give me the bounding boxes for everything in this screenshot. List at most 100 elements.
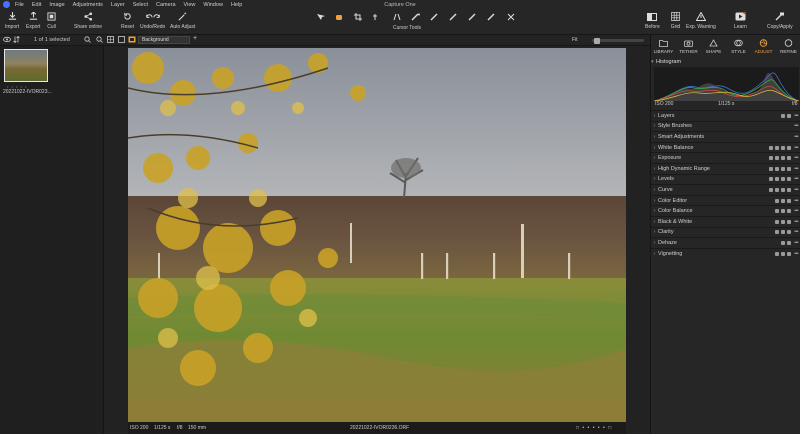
zoom-slider[interactable] (592, 37, 644, 44)
tool-action-icon[interactable] (787, 230, 792, 235)
tool-action-icon[interactable] (769, 145, 774, 150)
tool-action-icon[interactable] (787, 219, 792, 224)
tool-action-icon[interactable] (769, 187, 774, 192)
crop-icon[interactable] (354, 12, 365, 22)
tab-style[interactable]: STYLE (726, 35, 751, 57)
search-icon[interactable] (84, 36, 91, 45)
eye-icon[interactable] (3, 36, 11, 45)
tool-panel-row[interactable]: › Color Editor ••• (651, 194, 800, 206)
more-options-icon[interactable]: ••• (794, 251, 798, 257)
tool-action-icon[interactable] (781, 209, 786, 214)
tool-panel-row[interactable]: › White Balance ••• (651, 141, 800, 153)
keystone-icon[interactable] (392, 12, 403, 22)
status-rating-dots[interactable]: □ • • • • • □ (576, 425, 612, 431)
tool-panel-row[interactable]: › Exposure ••• (651, 152, 800, 163)
tab-refine[interactable]: REFINE (776, 35, 800, 57)
chevron-right-icon[interactable]: › (651, 229, 658, 235)
learn-button[interactable]: Learn (734, 11, 747, 30)
grid-view-icon[interactable] (107, 36, 114, 45)
tool-action-icon[interactable] (787, 187, 792, 192)
brush-icon[interactable] (411, 12, 422, 22)
tool-action-icon[interactable] (775, 251, 780, 256)
tool-action-icon[interactable] (775, 230, 780, 235)
heal-icon[interactable] (468, 12, 479, 22)
chevron-right-icon[interactable]: › (651, 176, 658, 182)
menu-camera[interactable]: Camera (156, 2, 176, 8)
zoom-icon[interactable] (96, 36, 103, 45)
tool-action-icon[interactable] (775, 209, 780, 214)
undo-redo-button[interactable]: Undo/Redo (140, 11, 165, 30)
gradient-mask-icon[interactable] (449, 12, 460, 22)
more-options-icon[interactable]: ••• (794, 166, 798, 172)
more-options-icon[interactable]: ••• (794, 155, 798, 161)
more-options-icon[interactable]: ••• (794, 134, 798, 140)
tool-action-icon[interactable] (781, 219, 786, 224)
tab-shape[interactable]: SHAPE (701, 35, 726, 57)
tool-action-icon[interactable] (775, 177, 780, 182)
chevron-right-icon[interactable]: › (651, 240, 658, 246)
chevron-right-icon[interactable]: › (651, 123, 658, 129)
layer-dropdown[interactable]: Background (138, 36, 190, 44)
menu-edit[interactable]: Edit (32, 2, 41, 8)
tool-action-icon[interactable] (781, 230, 786, 235)
tool-panel-row[interactable]: › Vignetting ••• (651, 247, 800, 259)
tool-panel-row[interactable]: › Levels ••• (651, 173, 800, 185)
rotate-icon[interactable] (373, 12, 384, 22)
chevron-right-icon[interactable]: › (651, 113, 658, 119)
zoom-fit-label[interactable]: Fit (572, 37, 578, 43)
zoom-slider-handle[interactable] (594, 37, 601, 44)
tool-panel-row[interactable]: › Color Balance ••• (651, 205, 800, 216)
thumbnail[interactable] (4, 49, 48, 82)
tool-panel-row[interactable]: › Layers ••• (651, 110, 800, 121)
menu-select[interactable]: Select (133, 2, 148, 8)
cull-button[interactable]: Cull (46, 11, 57, 30)
auto-adjust-button[interactable]: Auto Adjust (170, 11, 195, 30)
more-options-icon[interactable]: ••• (794, 219, 798, 225)
tool-action-icon[interactable] (775, 156, 780, 161)
picker-icon[interactable] (487, 12, 498, 22)
tab-adjust[interactable]: ADJUST (751, 35, 776, 57)
tool-action-icon[interactable] (775, 166, 780, 171)
tool-action-icon[interactable] (781, 113, 786, 118)
tool-action-icon[interactable] (787, 251, 792, 256)
menu-image[interactable]: Image (49, 2, 64, 8)
chevron-right-icon[interactable]: › (651, 134, 658, 140)
tool-action-icon[interactable] (787, 113, 792, 118)
export-button[interactable]: Export (26, 11, 40, 30)
more-options-icon[interactable]: ••• (794, 113, 798, 119)
tool-action-icon[interactable] (775, 145, 780, 150)
tool-panel-row[interactable]: › High Dynamic Range ••• (651, 162, 800, 174)
chevron-right-icon[interactable]: › (651, 208, 658, 214)
grid-button[interactable]: Grid (670, 11, 681, 30)
tool-action-icon[interactable] (787, 177, 792, 182)
share-online-button[interactable]: Share online (74, 11, 102, 30)
tool-panel-row[interactable]: › Black & White ••• (651, 215, 800, 227)
pan-hand-icon[interactable] (335, 12, 346, 22)
more-options-icon[interactable]: ••• (794, 240, 798, 246)
tool-action-icon[interactable] (781, 156, 786, 161)
tool-action-icon[interactable] (781, 240, 786, 245)
select-cursor-icon[interactable] (316, 12, 327, 22)
tool-panel-row[interactable]: › Clarity ••• (651, 226, 800, 238)
reset-button[interactable]: Reset (121, 11, 134, 30)
import-button[interactable]: Import (5, 11, 19, 30)
chevron-right-icon[interactable]: › (651, 219, 658, 225)
more-options-icon[interactable]: ••• (794, 145, 798, 151)
tool-panel-row[interactable]: › Dehaze ••• (651, 237, 800, 248)
tool-action-icon[interactable] (787, 145, 792, 150)
chevron-right-icon[interactable]: › (651, 145, 658, 151)
tool-action-icon[interactable] (781, 145, 786, 150)
single-view-icon[interactable] (118, 36, 125, 45)
tool-action-icon[interactable] (787, 240, 792, 245)
main-photo[interactable] (128, 48, 626, 422)
tool-action-icon[interactable] (775, 198, 780, 203)
before-button[interactable]: Before (645, 11, 660, 30)
layer-mask-icon[interactable] (128, 36, 136, 45)
menu-layer[interactable]: Layer (111, 2, 125, 8)
chevron-right-icon[interactable]: › (651, 251, 658, 257)
tool-action-icon[interactable] (769, 156, 774, 161)
tool-panel-row[interactable]: › Style Brushes ••• (651, 120, 800, 132)
chevron-right-icon[interactable]: › (651, 187, 658, 193)
tool-action-icon[interactable] (769, 166, 774, 171)
eraser-icon[interactable] (430, 12, 441, 22)
